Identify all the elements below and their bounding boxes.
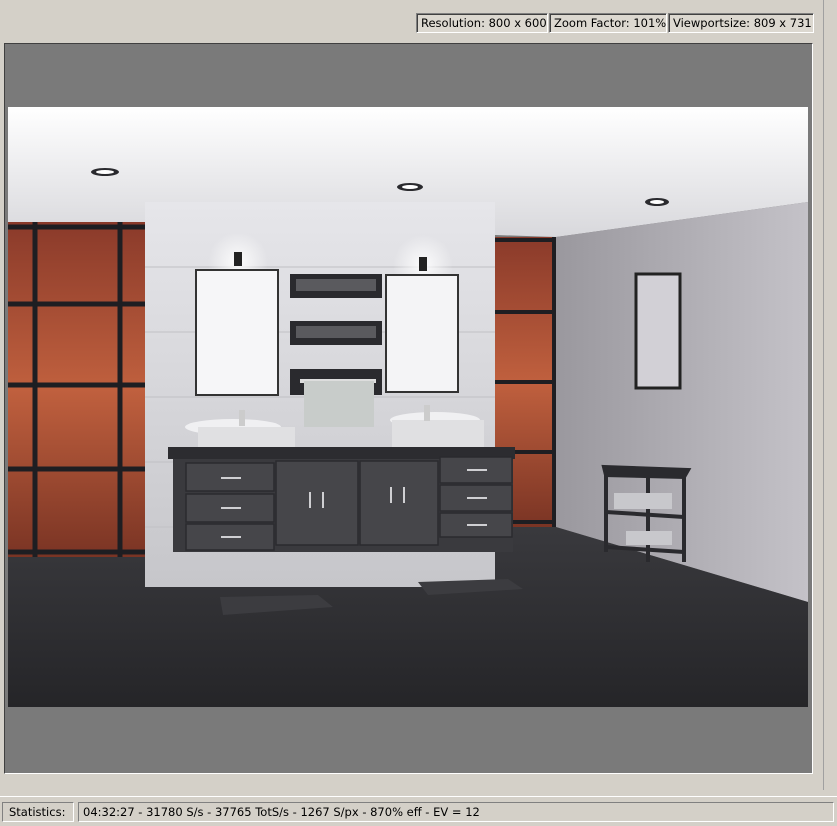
render-image bbox=[8, 107, 808, 707]
status-bar: Statistics: 04:32:27 - 31780 S/s - 37765… bbox=[0, 796, 837, 826]
zoom-factor-readout: Zoom Factor: 101% bbox=[549, 13, 667, 33]
statistics-value: 04:32:27 - 31780 S/s - 37765 TotS/s - 12… bbox=[78, 802, 834, 822]
statistics-label: Statistics: bbox=[2, 802, 74, 822]
bathroom-render-image bbox=[8, 107, 808, 707]
resolution-readout: Resolution: 800 x 600 bbox=[416, 13, 548, 33]
info-toolbar: Resolution: 800 x 600 Zoom Factor: 101% … bbox=[0, 0, 837, 40]
window-edge bbox=[823, 0, 837, 790]
viewport-size-readout: Viewportsize: 809 x 731 bbox=[668, 13, 814, 33]
render-viewport[interactable] bbox=[4, 43, 813, 774]
